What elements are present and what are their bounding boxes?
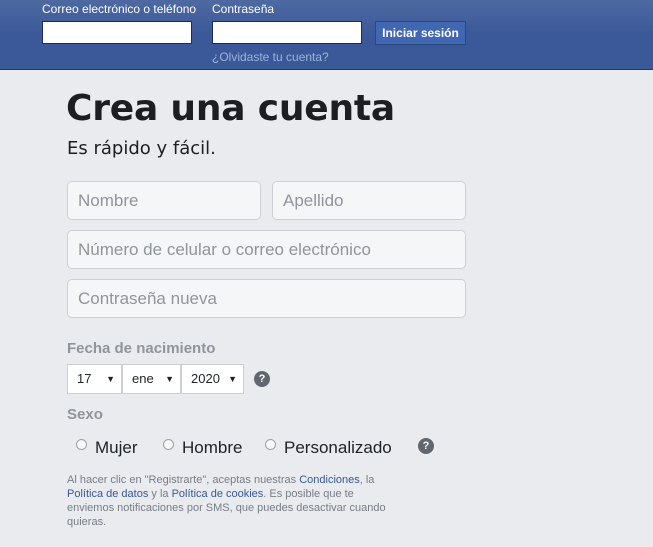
- birthday-year-value: 2020: [191, 371, 220, 386]
- gender-label: Sexo: [67, 406, 103, 423]
- data-policy-link[interactable]: Política de datos: [67, 488, 148, 500]
- gender-custom-radio[interactable]: [265, 439, 276, 450]
- terms-text-part: , la: [359, 474, 375, 486]
- new-password-input[interactable]: [67, 279, 466, 318]
- gender-female-radio[interactable]: [76, 439, 87, 450]
- gender-male-radio[interactable]: [163, 439, 174, 450]
- contact-input[interactable]: [67, 230, 466, 269]
- cookie-policy-link[interactable]: Política de cookies: [172, 488, 264, 500]
- birthday-year-select[interactable]: 2020 ▼: [181, 364, 244, 394]
- chevron-down-icon: ▼: [165, 374, 174, 384]
- password-label: Contraseña: [212, 2, 275, 16]
- birthday-help-icon[interactable]: ?: [254, 371, 270, 387]
- login-button[interactable]: Iniciar sesión: [375, 21, 466, 45]
- birthday-month-select[interactable]: ene ▼: [122, 364, 181, 394]
- page-subtitle: Es rápido y fácil.: [67, 138, 216, 159]
- gender-male-label[interactable]: Hombre: [182, 438, 242, 458]
- terms-text: Al hacer clic en "Registrarte", aceptas …: [67, 473, 387, 529]
- birthday-label: Fecha de nacimiento: [67, 340, 216, 357]
- chevron-down-icon: ▼: [228, 374, 237, 384]
- login-password-input[interactable]: [212, 21, 362, 44]
- first-name-input[interactable]: [67, 181, 261, 220]
- gender-help-icon[interactable]: ?: [418, 438, 434, 454]
- page-title: Crea una cuenta: [66, 88, 396, 129]
- birthday-day-select[interactable]: 17 ▼: [67, 364, 122, 394]
- terms-link[interactable]: Condiciones: [299, 474, 360, 486]
- terms-text-part: Al hacer clic en "Registrarte", aceptas …: [67, 474, 300, 486]
- gender-custom-label[interactable]: Personalizado: [284, 438, 392, 458]
- last-name-input[interactable]: [272, 181, 466, 220]
- terms-text-part: y la: [148, 488, 172, 500]
- header-bar: Correo electrónico o teléfono Contraseña…: [0, 0, 653, 70]
- gender-female-label[interactable]: Mujer: [95, 438, 138, 458]
- login-email-input[interactable]: [42, 21, 192, 44]
- chevron-down-icon: ▼: [106, 374, 115, 384]
- birthday-month-value: ene: [132, 371, 154, 386]
- email-label: Correo electrónico o teléfono: [42, 2, 197, 16]
- birthday-day-value: 17: [77, 371, 92, 386]
- forgot-account-link[interactable]: ¿Olvidaste tu cuenta?: [212, 50, 329, 64]
